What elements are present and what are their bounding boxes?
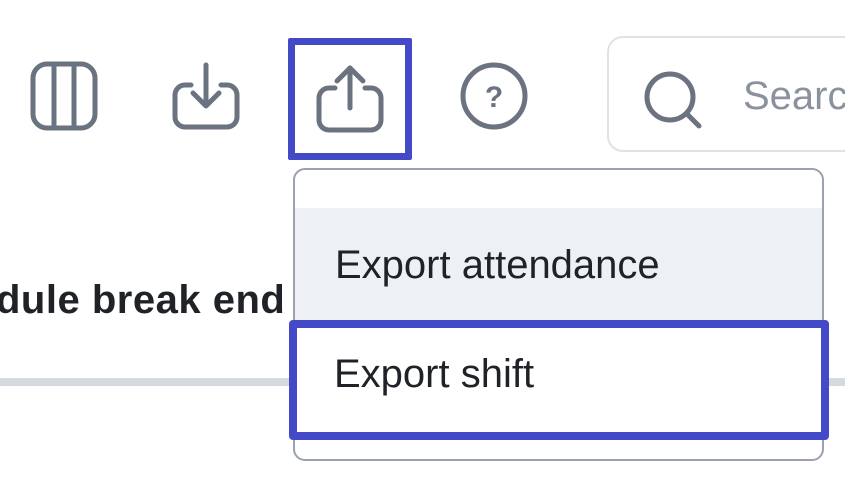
menu-item-label: Export attendance bbox=[335, 242, 660, 287]
columns-button[interactable] bbox=[16, 48, 112, 144]
menu-item-export-shift[interactable]: Export shift bbox=[289, 320, 829, 440]
search-icon bbox=[644, 71, 702, 129]
download-button[interactable] bbox=[158, 48, 254, 144]
search-input[interactable] bbox=[743, 68, 845, 124]
help-button[interactable]: ? bbox=[446, 48, 542, 144]
export-button[interactable] bbox=[288, 38, 412, 160]
menu-item-label: Export shift bbox=[334, 351, 535, 396]
columns-icon bbox=[30, 61, 98, 131]
menu-item-export-attendance[interactable]: Export attendance bbox=[295, 208, 822, 322]
help-glyph: ? bbox=[485, 81, 503, 114]
screen: ? dule break end Export attendance Expor… bbox=[0, 0, 845, 481]
page-heading: dule break end bbox=[0, 278, 286, 322]
download-icon bbox=[172, 62, 240, 130]
upload-icon bbox=[316, 65, 384, 133]
help-circle-icon: ? bbox=[460, 62, 528, 130]
search-box[interactable] bbox=[607, 36, 845, 152]
